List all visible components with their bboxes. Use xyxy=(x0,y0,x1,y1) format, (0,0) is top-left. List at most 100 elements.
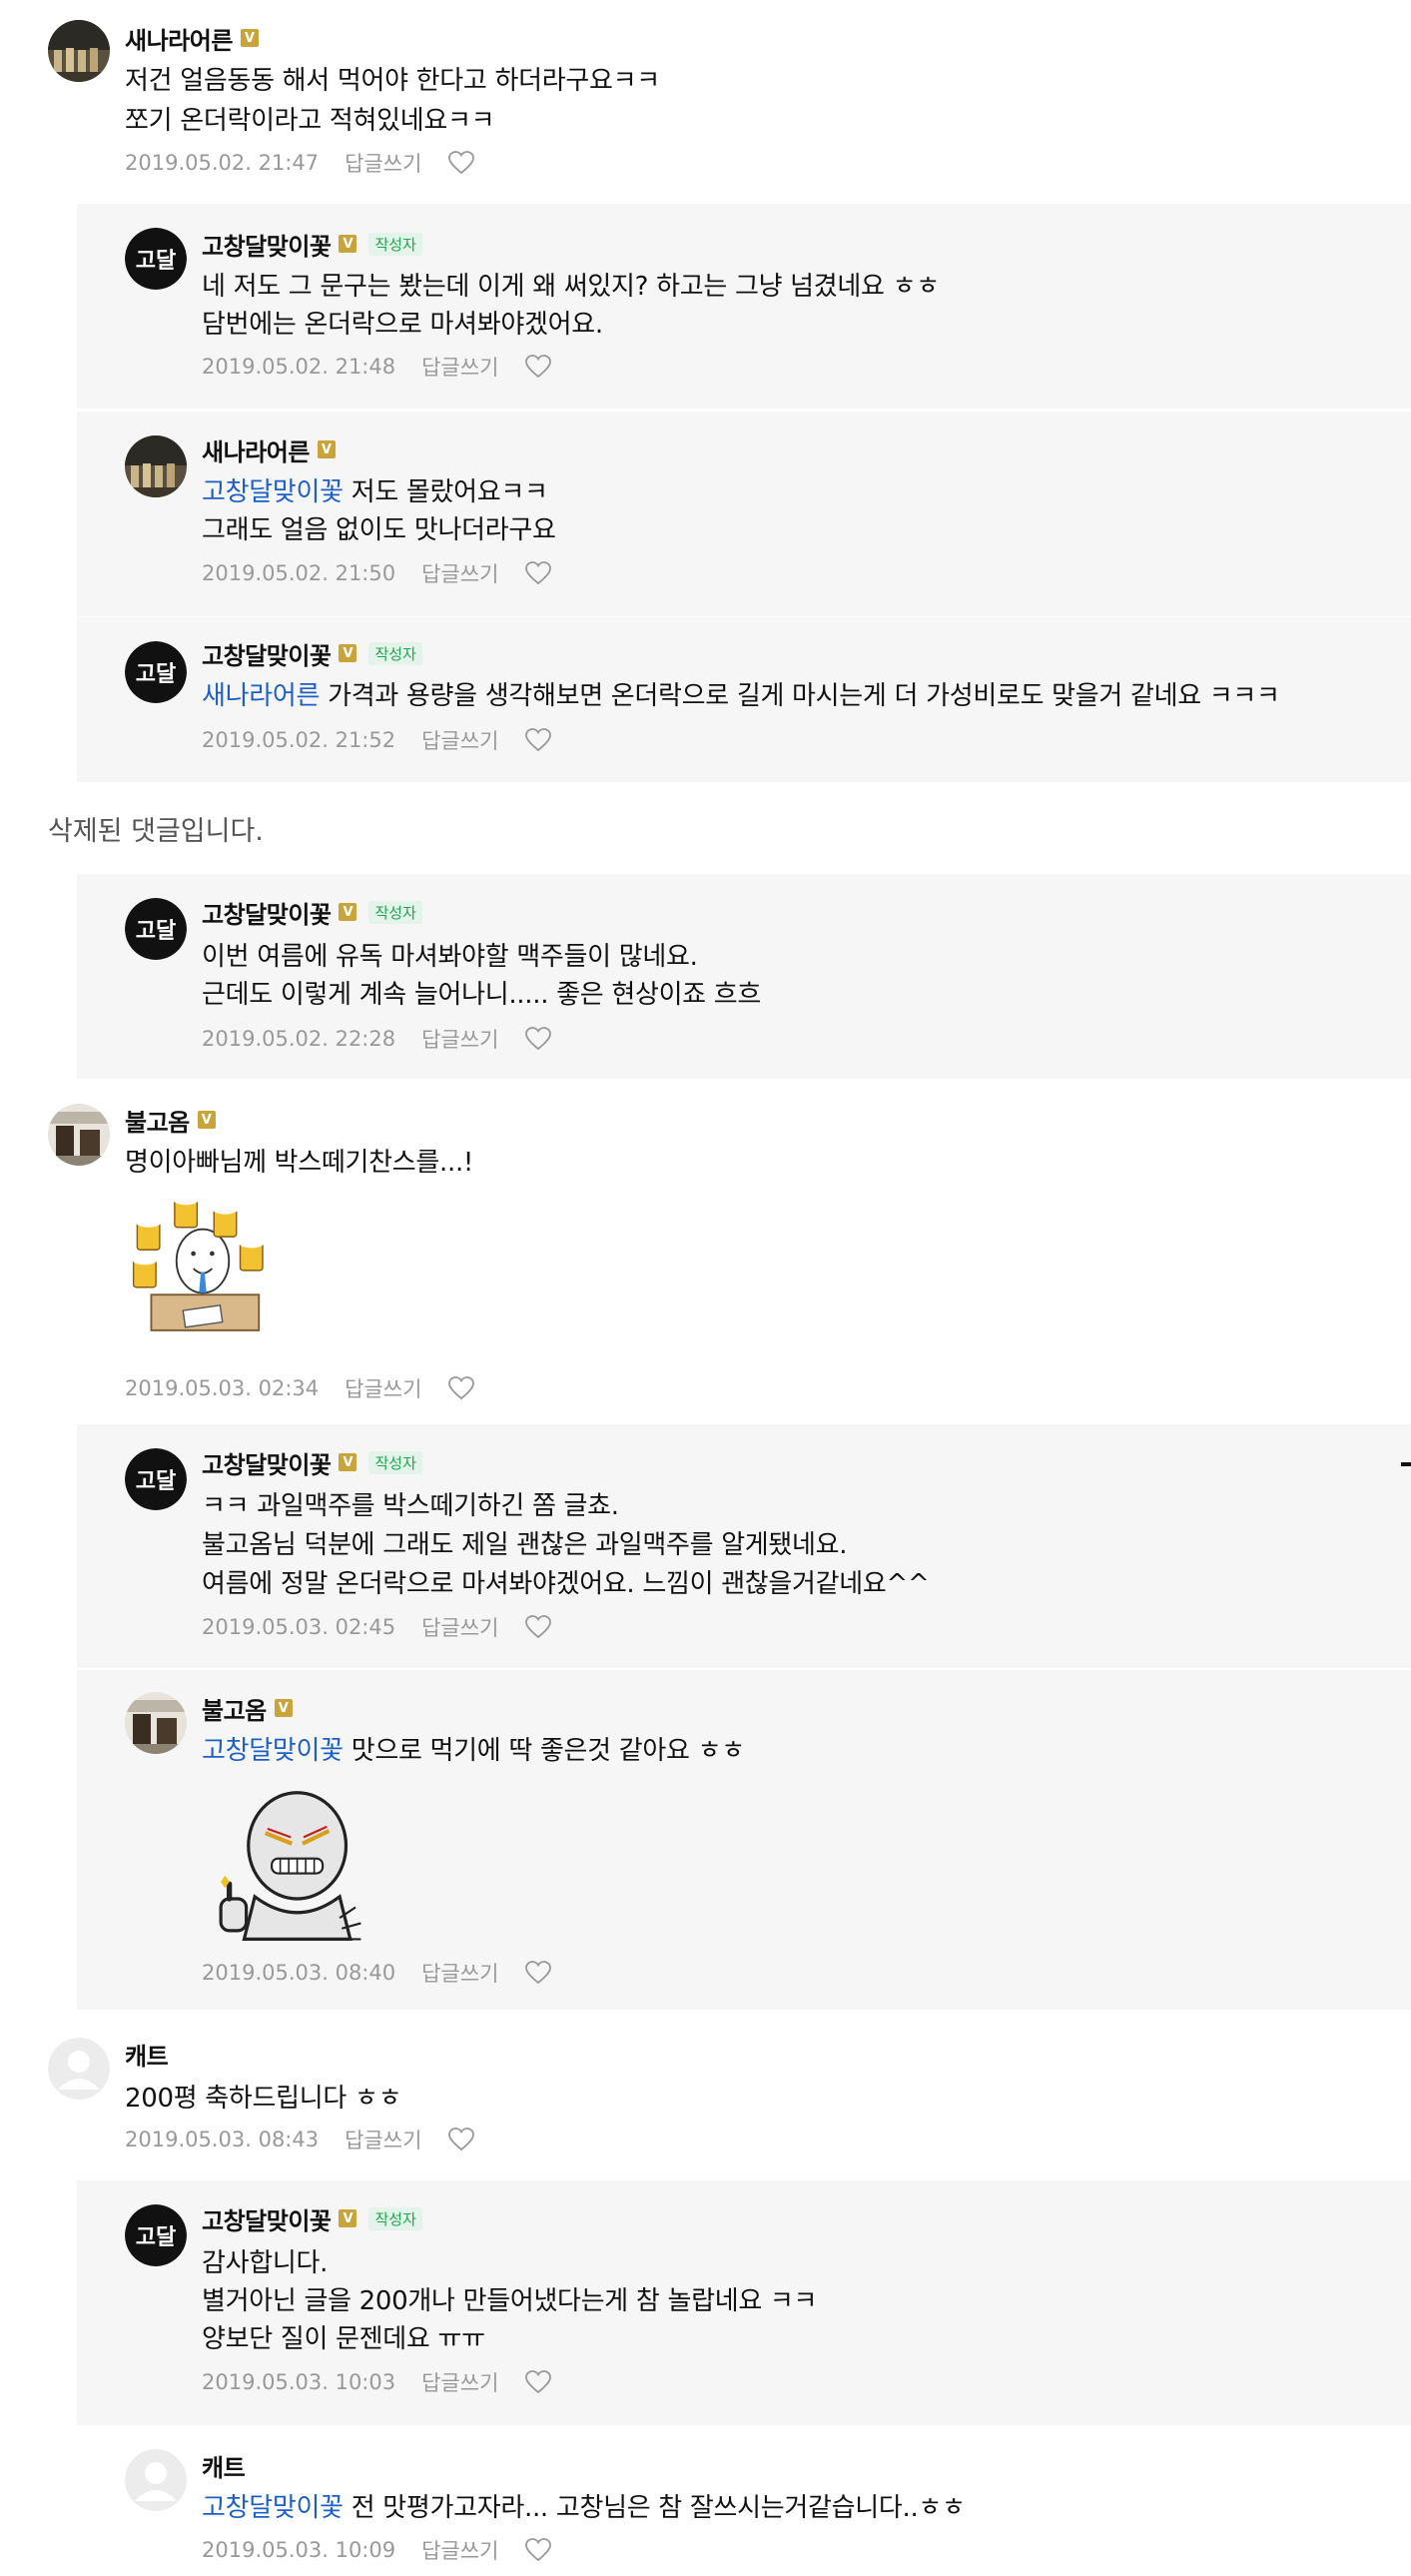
author-name[interactable]: 새나라어른 xyxy=(202,432,310,467)
heart-icon[interactable] xyxy=(524,2537,552,2563)
verified-badge-icon: V xyxy=(274,1699,293,1717)
comment-date: 2019.05.02. 21:48 xyxy=(202,355,396,379)
comment-date: 2019.05.03. 02:45 xyxy=(202,1615,396,1639)
mention-link[interactable]: 고창달맞이꽃 xyxy=(202,1736,344,1766)
reply-button[interactable]: 답글쓰기 xyxy=(345,2125,421,2154)
comment: 캐트 200평 축하드립니다 ㅎㅎ 2019.05.03. 08:43 답글쓰기 xyxy=(0,2018,1411,2177)
avatar[interactable] xyxy=(48,2038,110,2100)
comment: 새나라어른 V 저건 얼음동동 해서 먹어야 한다고 하더라구요ㅋㅋ 쪼기 온더… xyxy=(0,0,1411,190)
comment-text: 명이아빠님께 박스떼기찬스를...! xyxy=(125,1148,474,1178)
reply-button[interactable]: 답글쓰기 xyxy=(421,2535,498,2565)
heart-icon[interactable] xyxy=(447,2127,475,2152)
comment-date: 2019.05.02. 21:50 xyxy=(202,561,396,585)
comment-text: 근데도 이렇게 계속 늘어나니..... 좋은 현상이죠 흐흐 xyxy=(202,980,762,1010)
svg-text:고달: 고달 xyxy=(136,919,176,944)
comment-text: 그래도 얼음 없이도 맛나더라구요 xyxy=(202,515,556,545)
comment-text: 저건 얼음동동 해서 먹어야 한다고 하더라구요ㅋㅋ xyxy=(125,66,660,96)
beer-sticker-image xyxy=(131,1194,265,1331)
heart-icon[interactable] xyxy=(524,560,552,586)
avatar[interactable]: 고달 xyxy=(125,641,187,703)
comment-date: 2019.05.03. 10:03 xyxy=(202,2370,396,2394)
comment-date: 2019.05.02. 22:28 xyxy=(202,1027,396,1051)
reply-button[interactable]: 답글쓰기 xyxy=(421,558,498,588)
text-cursor xyxy=(1401,1462,1411,1466)
grinning-sticker-image xyxy=(219,1791,361,1941)
avatar[interactable] xyxy=(48,20,110,82)
avatar[interactable]: 고달 xyxy=(125,2204,187,2266)
avatar[interactable] xyxy=(48,1104,110,1166)
author-name[interactable]: 고창달맞이꽃 xyxy=(202,227,332,262)
reply-button[interactable]: 답글쓰기 xyxy=(421,725,498,755)
reply-comment: 고달 고창달맞이꽃 V 작성자 ㅋㅋ 과일맥주를 박스떼기하긴 쫌 글쵸. 불고… xyxy=(77,1424,1411,1668)
verified-badge-icon: V xyxy=(339,644,357,662)
avatar[interactable]: 고달 xyxy=(125,228,187,290)
svg-text:고달: 고달 xyxy=(136,662,176,687)
comment-date: 2019.05.03. 10:09 xyxy=(202,2538,396,2562)
reply-button[interactable]: 답글쓰기 xyxy=(421,1958,498,1988)
comment-text: 고창달맞이꽃 저도 몰랐어요ㅋㅋ xyxy=(202,473,548,511)
reply-button[interactable]: 답글쓰기 xyxy=(421,1024,498,1054)
reply-comment: 고달 고창달맞이꽃 V 작성자 새나라어른 가격과 용량을 생각해보면 온더락으… xyxy=(77,617,1411,782)
reply-comment: 고달 고창달맞이꽃 V 작성자 감사합니다. 별거아닌 글을 200개나 만들어… xyxy=(77,2180,1411,2425)
comment-text: 고창달맞이꽃 맛으로 먹기에 딱 좋은것 같아요 ㅎㅎ xyxy=(202,1732,745,1770)
author-name[interactable]: 고창달맞이꽃 xyxy=(202,895,332,930)
svg-text:고달: 고달 xyxy=(136,249,176,274)
mention-link[interactable]: 새나라어른 xyxy=(202,681,320,711)
verified-badge-icon: V xyxy=(240,29,259,47)
reply-comment: 불고옴 V 고창달맞이꽃 맛으로 먹기에 딱 좋은것 같아요 ㅎㅎ 2019.0… xyxy=(77,1670,1411,2010)
reply-button[interactable]: 답글쓰기 xyxy=(421,2367,498,2397)
comment-text: 200평 축하드립니다 ㅎㅎ xyxy=(125,2084,402,2114)
heart-icon[interactable] xyxy=(524,1026,552,1052)
comment-date: 2019.05.02. 21:52 xyxy=(202,728,396,752)
author-name[interactable]: 캐트 xyxy=(202,2448,246,2483)
heart-icon[interactable] xyxy=(524,1614,552,1640)
comment-text: 이번 여름에 유독 마셔봐야할 맥주들이 많네요. xyxy=(202,942,698,972)
heart-icon[interactable] xyxy=(447,150,475,176)
reply-comment: 캐트 고창달맞이꽃 전 맛평가고자라... 고창님은 참 잘쓰시는거같습니다..… xyxy=(77,2429,1411,2576)
reply-button[interactable]: 답글쓰기 xyxy=(345,1373,421,1403)
avatar[interactable]: 고달 xyxy=(125,1448,187,1510)
avatar[interactable] xyxy=(125,435,187,497)
comment-text: 여름에 정말 온더락으로 마셔봐야겠어요. 느낌이 괜찮을거같네요^^ xyxy=(202,1569,930,1599)
svg-text:고달: 고달 xyxy=(136,1469,176,1494)
heart-icon[interactable] xyxy=(524,354,552,380)
verified-badge-icon: V xyxy=(339,903,357,921)
avatar[interactable] xyxy=(125,2449,187,2511)
author-name[interactable]: 불고옴 xyxy=(202,1691,267,1726)
avatar[interactable] xyxy=(125,1692,187,1754)
author-name[interactable]: 고창달맞이꽃 xyxy=(202,636,332,671)
heart-icon[interactable] xyxy=(447,1375,475,1401)
comment-text: 불고옴님 덕분에 그래도 제일 괜찮은 과일맥주를 알게됐네요. xyxy=(202,1530,848,1560)
author-name[interactable]: 불고옴 xyxy=(125,1103,190,1138)
comment-text-body: 가격과 용량을 생각해보면 온더락으로 길게 마시는게 더 가성비로도 맞을거 … xyxy=(328,681,1280,711)
verified-badge-icon: V xyxy=(317,440,336,458)
comment-text: 쪼기 온더락이라고 적혀있네요ㅋㅋ xyxy=(125,106,495,136)
comment-text: 새나라어른 가격과 용량을 생각해보면 온더락으로 길게 마시는게 더 가성비로… xyxy=(202,677,1280,715)
reply-button[interactable]: 답글쓰기 xyxy=(345,148,421,178)
mention-link[interactable]: 고창달맞이꽃 xyxy=(202,477,344,507)
heart-icon[interactable] xyxy=(524,1960,552,1986)
comment-date: 2019.05.03. 08:40 xyxy=(202,1961,396,1985)
mention-link[interactable]: 고창달맞이꽃 xyxy=(202,2493,344,2523)
verified-badge-icon: V xyxy=(339,1453,357,1471)
reply-button[interactable]: 답글쓰기 xyxy=(421,352,498,382)
heart-icon[interactable] xyxy=(524,2369,552,2395)
comment: 불고옴 V 명이아빠님께 박스떼기찬스를...! 2019.05.03. 02:… xyxy=(0,1084,1411,1418)
comment-text: 양보단 질이 문젠데요 ㅠㅠ xyxy=(202,2324,485,2354)
reply-button[interactable]: 답글쓰기 xyxy=(421,1612,498,1642)
comment-text-body: 저도 몰랐어요ㅋㅋ xyxy=(351,477,548,507)
author-badge: 작성자 xyxy=(368,232,422,256)
author-name[interactable]: 새나라어른 xyxy=(125,21,233,56)
verified-badge-icon: V xyxy=(339,2209,357,2227)
comment-text: 네 저도 그 문구는 봤는데 이게 왜 써있지? 하고는 그냥 넘겼네요 ㅎㅎ xyxy=(202,272,940,302)
author-name[interactable]: 고창달맞이꽃 xyxy=(202,1445,332,1480)
author-name[interactable]: 캐트 xyxy=(125,2037,169,2072)
verified-badge-icon: V xyxy=(339,235,357,253)
svg-text:고달: 고달 xyxy=(136,2225,176,2250)
author-badge: 작성자 xyxy=(368,2206,422,2230)
heart-icon[interactable] xyxy=(524,727,552,753)
author-name[interactable]: 고창달맞이꽃 xyxy=(202,2201,332,2236)
comment-thread: 새나라어른 V 저건 얼음동동 해서 먹어야 한다고 하더라구요ㅋㅋ 쪼기 온더… xyxy=(0,0,1411,2576)
avatar[interactable]: 고달 xyxy=(125,898,187,960)
reply-comment: 새나라어른 V 고창달맞이꽃 저도 몰랐어요ㅋㅋ 그래도 얼음 없이도 맛나더라… xyxy=(77,412,1411,616)
